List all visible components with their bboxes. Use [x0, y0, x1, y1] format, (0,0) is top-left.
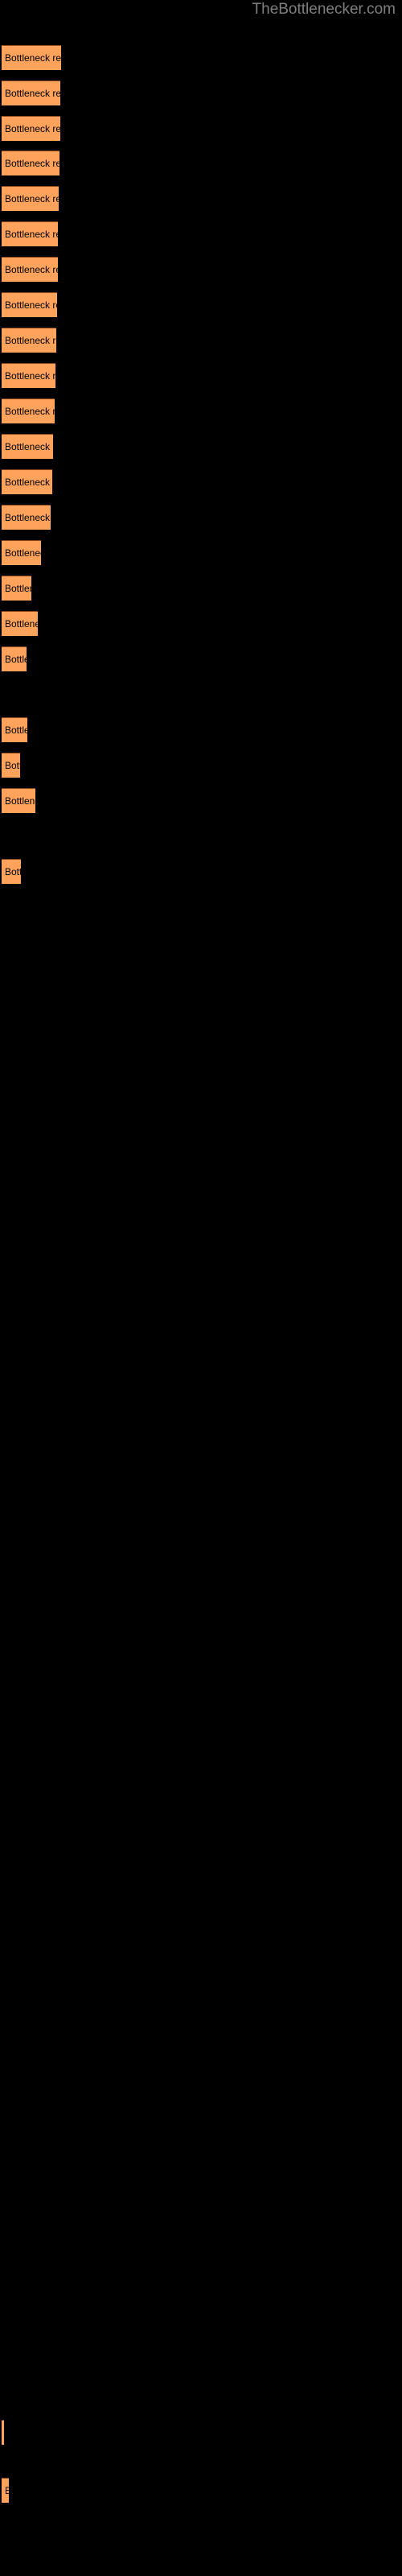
- bar-label: Bottleneck result: [5, 477, 52, 488]
- bar-7[interactable]: Bottleneck result: [2, 257, 58, 282]
- bar-label: Bottleneck result: [5, 547, 41, 559]
- bar-20[interactable]: Bottleneck result: [2, 717, 27, 742]
- bar-label: Bottleneck result: [5, 795, 35, 807]
- bar-label: Bottleneck result: [5, 583, 31, 594]
- bar-4[interactable]: Bottleneck result: [2, 151, 59, 175]
- bar-label: Bottleneck result: [5, 335, 56, 346]
- bar-16[interactable]: Bottleneck result: [2, 576, 31, 601]
- bar-17[interactable]: Bottleneck result: [2, 611, 38, 636]
- bar-9[interactable]: Bottleneck result: [2, 328, 56, 353]
- bar-22[interactable]: Bottleneck result: [2, 788, 35, 813]
- bar-label: Bottleneck result: [5, 441, 53, 452]
- bar-label: Bottleneck result: [5, 123, 60, 134]
- plot-area: Bottleneck result Bottleneck result Bottle…: [0, 0, 402, 2576]
- bar-3[interactable]: Bottleneck result: [2, 116, 60, 141]
- bar-label: Bottleneck result: [5, 264, 58, 275]
- bar-5[interactable]: Bottleneck result: [2, 186, 59, 211]
- bar-label: Bottleneck result: [5, 406, 55, 417]
- bar-label: Bottleneck result: [5, 618, 38, 630]
- bottleneck-chart: TheBottlenecker.com Bottleneck resultBot…: [0, 0, 402, 2576]
- bar-label: Bottleneck result: [5, 512, 51, 523]
- bar-24[interactable]: Bottleneck result: [2, 859, 21, 884]
- bar-18[interactable]: Bottleneck result: [2, 646, 27, 671]
- bar-label: Bottleneck result: [5, 370, 55, 382]
- bar-label: Bottleneck result: [5, 229, 58, 240]
- bar-label: Bottleneck result: [5, 654, 27, 665]
- bar-21[interactable]: Bottleneck result: [2, 753, 20, 778]
- bar-label: Bottleneck result: [5, 760, 20, 771]
- bar-27[interactable]: Bottleneck result: [2, 2420, 4, 2445]
- bar-13[interactable]: Bottleneck result: [2, 469, 52, 494]
- bar-label: Bottleneck result: [5, 193, 59, 204]
- bar-label: Bottleneck result: [5, 88, 60, 99]
- bar-label: Bottleneck result: [5, 2485, 9, 2496]
- bar-28[interactable]: Bottleneck result: [2, 2478, 9, 2503]
- bar-15[interactable]: Bottleneck result: [2, 540, 41, 565]
- bar-12[interactable]: Bottleneck result: [2, 434, 53, 459]
- bar-10[interactable]: Bottleneck result: [2, 363, 55, 388]
- bar-2[interactable]: Bottleneck result: [2, 80, 60, 105]
- bar-label: Bottleneck result: [5, 52, 61, 64]
- bar-6[interactable]: Bottleneck result: [2, 221, 58, 246]
- bar-1[interactable]: Bottleneck result: [2, 45, 61, 70]
- bar-label: Bottleneck result: [5, 299, 57, 311]
- bar-8[interactable]: Bottleneck result: [2, 292, 57, 317]
- bar-label: Bottleneck result: [5, 866, 21, 877]
- bar-label: Bottleneck result: [5, 158, 59, 169]
- bar-14[interactable]: Bottleneck result: [2, 505, 51, 530]
- bar-11[interactable]: Bottleneck result: [2, 398, 55, 423]
- bar-label: Bottleneck result: [5, 724, 27, 736]
